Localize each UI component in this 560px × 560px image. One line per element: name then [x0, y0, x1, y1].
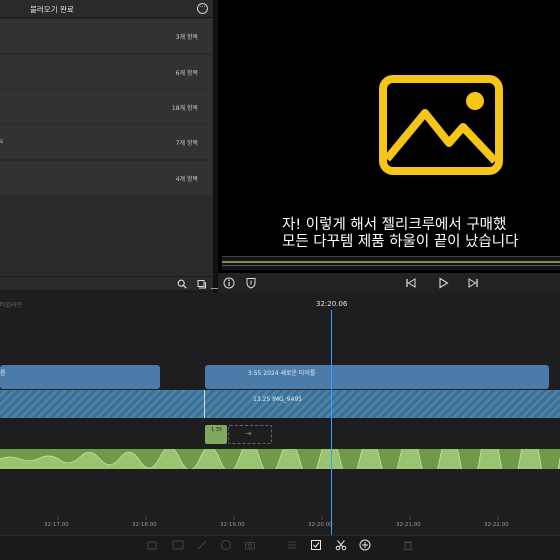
- scrub-track: [222, 265, 560, 266]
- search-icon[interactable]: [177, 279, 187, 289]
- scrub-waveform: [222, 261, 560, 263]
- folder-name: s: [0, 138, 4, 145]
- ruler-tick-label: 32:19.00: [220, 522, 245, 528]
- list-icon[interactable]: [286, 539, 298, 551]
- time-ruler[interactable]: [0, 515, 560, 535]
- folder-row[interactable]: s 7개 항목: [0, 125, 212, 159]
- playhead[interactable]: [331, 310, 332, 542]
- scissors-icon[interactable]: [335, 539, 347, 551]
- play-icon[interactable]: [437, 277, 449, 289]
- clip-edge[interactable]: [204, 390, 205, 418]
- title-clip[interactable]: 3.55 2024 새로운 타이틀: [205, 365, 549, 389]
- filter-icon[interactable]: [172, 539, 184, 551]
- audio-waveform-clip[interactable]: [0, 449, 560, 469]
- trash-icon[interactable]: [402, 539, 414, 551]
- title-clip[interactable]: 름: [0, 365, 160, 389]
- plus-circle-icon[interactable]: [359, 539, 371, 551]
- title-clip-label: 3.55 2024 새로운 타이틀: [248, 370, 316, 377]
- ruler-tick-label: 32:22.00: [484, 522, 509, 528]
- crop-icon[interactable]: [146, 539, 158, 551]
- caption-line: 모든 다꾸템 제품 하울이 끝이 났습니다: [282, 234, 519, 250]
- pen-icon[interactable]: [196, 539, 208, 551]
- ruler-tick-label: 32:18.00: [132, 522, 157, 528]
- browser-header: 불러오기 완료 ···: [0, 0, 213, 18]
- waveform-graphic: [0, 449, 560, 469]
- bottom-toolbar: [0, 535, 560, 560]
- checkbox-icon[interactable]: [310, 539, 322, 551]
- folder-row[interactable]: 6개 항목: [0, 55, 212, 89]
- ruler-ticks: [57, 515, 499, 520]
- scrub-strip[interactable]: [222, 256, 560, 270]
- ellipsis-circle-icon[interactable]: ···: [197, 3, 208, 14]
- playhead-timecode: 32:20.06: [316, 300, 348, 308]
- browser-empty-area: [0, 196, 212, 273]
- camera-icon[interactable]: [244, 539, 256, 551]
- sort-filter-icon[interactable]: [197, 279, 207, 289]
- folder-row[interactable]: 18개 항목: [0, 90, 212, 124]
- folder-count: 18개 항목: [171, 105, 198, 112]
- caption-line: 자! 이렇게 해서 젤리크루에서 구매했: [282, 217, 507, 233]
- title-clip-label: 름: [0, 370, 6, 377]
- video-clip[interactable]: [0, 390, 560, 418]
- shield-icon[interactable]: [245, 277, 257, 289]
- skip-forward-icon[interactable]: [467, 277, 479, 289]
- ruler-tick-label: 32:17.00: [44, 522, 69, 528]
- folder-row[interactable]: 4개 항목: [0, 161, 212, 195]
- browser-title: 불러오기 완료: [30, 5, 74, 14]
- folder-count: 3개 항목: [175, 34, 198, 41]
- clock-icon[interactable]: [220, 539, 232, 551]
- connect-clip-icon: ⇥: [245, 429, 252, 438]
- audio-clip-duration: 1.35: [211, 427, 223, 433]
- folder-count: 4개 항목: [175, 176, 198, 183]
- viewer-controls: [218, 273, 560, 293]
- browser-footer: [0, 276, 213, 290]
- image-placeholder-icon: [379, 75, 503, 175]
- folder-count: 6개 항목: [175, 70, 198, 77]
- skip-back-icon[interactable]: [405, 277, 417, 289]
- folder-count: 7개 항목: [175, 140, 198, 147]
- info-icon[interactable]: [223, 277, 235, 289]
- media-browser: 불러오기 완료 ··· 3개 항목 6개 항목 18개 항목 s 7개 항목 4…: [0, 0, 213, 290]
- video-clip-label: 13.25 IMG_9495: [253, 396, 302, 403]
- timeline-label: 타임라인: [0, 302, 23, 309]
- subtitle-caption: 자! 이렇게 해서 젤리크루에서 구매했 모든 다꾸템 제품 하울이 끝이 났습…: [282, 217, 560, 251]
- ruler-tick-label: 32:20.00: [308, 522, 333, 528]
- ruler-tick-label: 32:21.00: [396, 522, 421, 528]
- folder-row[interactable]: 3개 항목: [0, 19, 212, 53]
